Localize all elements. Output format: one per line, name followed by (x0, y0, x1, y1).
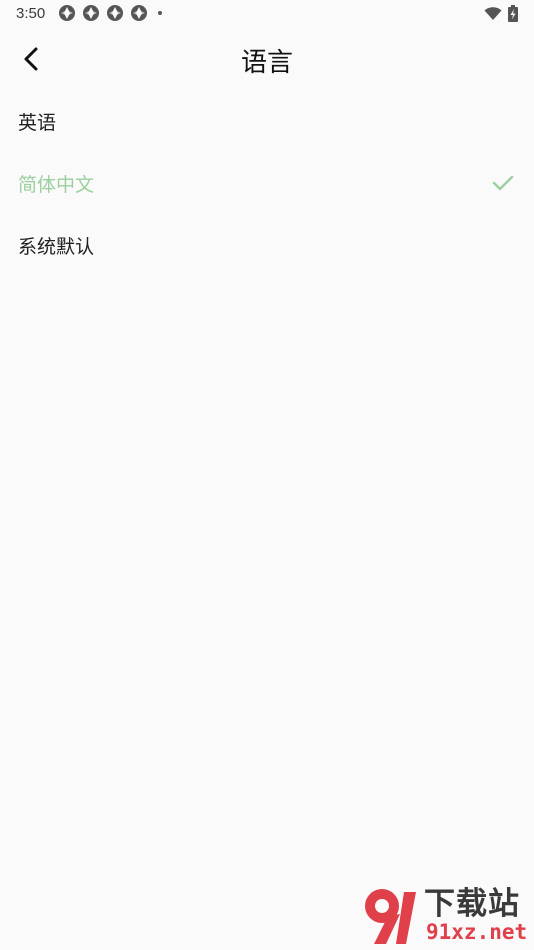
language-item-simplified-chinese[interactable]: 简体中文 (0, 152, 534, 214)
watermark: 下载站 91xz.net (360, 886, 532, 948)
language-label: 英语 (18, 111, 57, 134)
language-item-english[interactable]: 英语 (0, 90, 534, 152)
app-notification-icon (59, 5, 75, 21)
status-bar: 3:50 (0, 0, 534, 28)
system-icons (484, 5, 518, 22)
notification-icons (58, 4, 162, 22)
app-notification-icon (83, 5, 99, 21)
wifi-icon (484, 6, 502, 20)
language-label: 简体中文 (18, 173, 95, 196)
language-list: 英语 简体中文 系统默认 (0, 90, 534, 276)
toolbar: 语言 (0, 28, 534, 90)
check-icon (492, 175, 514, 191)
watermark-logo (365, 889, 416, 944)
app-notification-icon (107, 5, 123, 21)
app-notification-icon (131, 5, 147, 21)
watermark-title: 下载站 (424, 886, 520, 922)
battery-charging-icon (508, 5, 518, 22)
more-notifications-dot (158, 11, 162, 15)
language-label: 系统默认 (18, 235, 95, 258)
status-time: 3:50 (16, 5, 46, 22)
watermark-domain: 91xz.net (426, 920, 528, 944)
language-item-system-default[interactable]: 系统默认 (0, 214, 534, 276)
page-title: 语言 (240, 48, 293, 78)
